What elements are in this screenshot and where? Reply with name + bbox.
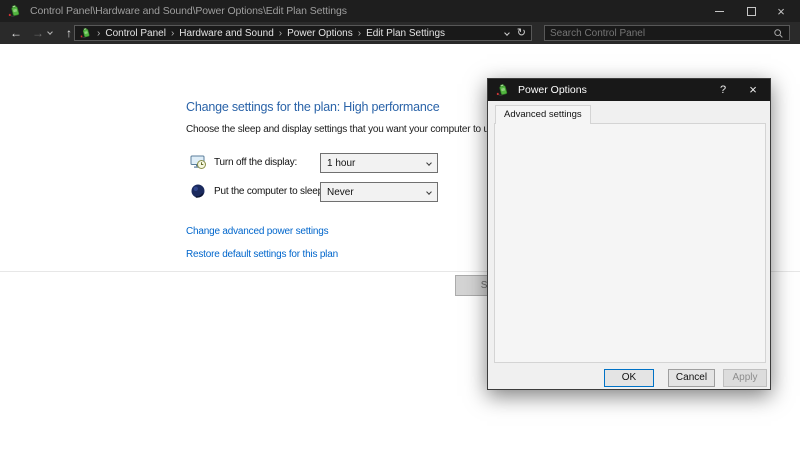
close-button[interactable]: × — [766, 0, 796, 22]
chevron-down-icon — [426, 189, 432, 195]
display-icon — [190, 154, 206, 170]
apply-button: Apply — [723, 369, 767, 387]
sleep-icon — [190, 183, 206, 199]
power-options-dialog: Power Options ? × Advanced settings Sele… — [487, 78, 771, 390]
change-advanced-power-settings-link[interactable]: Change advanced power settings — [186, 226, 328, 237]
back-button[interactable]: ← — [6, 22, 26, 44]
turn-off-display-dropdown[interactable]: 1 hour — [320, 153, 438, 173]
address-dropdown-chevron-icon[interactable] — [504, 30, 510, 36]
breadcrumb-hardware-and-sound[interactable]: Hardware and Sound — [179, 28, 274, 39]
help-button[interactable]: ? — [712, 79, 734, 101]
breadcrumb-control-panel[interactable]: Control Panel — [105, 28, 166, 39]
search-icon[interactable] — [773, 28, 784, 39]
restore-default-settings-link[interactable]: Restore default settings for this plan — [186, 249, 338, 260]
tab-page — [494, 123, 766, 363]
sleep-dropdown[interactable]: Never — [320, 182, 438, 202]
turn-off-display-value: 1 hour — [327, 158, 355, 169]
cancel-button[interactable]: Cancel — [668, 369, 715, 387]
control-panel-window: Control Panel\Hardware and Sound\Power O… — [0, 0, 800, 449]
breadcrumb-edit-plan-settings[interactable]: Edit Plan Settings — [366, 28, 445, 39]
page-subtitle: Choose the sleep and display settings th… — [186, 124, 502, 135]
dialog-title: Power Options — [518, 79, 587, 101]
dialog-titlebar: Power Options ? × — [488, 79, 770, 101]
breadcrumb-power-options[interactable]: Power Options — [287, 28, 353, 39]
forward-button[interactable]: → — [28, 22, 48, 44]
power-options-icon — [80, 27, 92, 39]
page-title: Change settings for the plan: High perfo… — [186, 100, 439, 114]
window-titlebar: Control Panel\Hardware and Sound\Power O… — [0, 0, 800, 22]
breadcrumb-separator: › — [358, 28, 361, 39]
breadcrumb-separator: › — [171, 28, 174, 39]
chevron-down-icon — [426, 160, 432, 166]
maximize-button[interactable] — [736, 0, 766, 22]
breadcrumb-separator: › — [97, 28, 100, 39]
power-options-icon — [8, 4, 22, 18]
sleep-value: Never — [327, 187, 354, 198]
ok-button[interactable]: OK — [604, 369, 654, 387]
power-options-icon — [496, 83, 510, 97]
tab-advanced-settings[interactable]: Advanced settings — [495, 105, 591, 124]
turn-off-display-label: Turn off the display: — [214, 157, 297, 168]
refresh-icon[interactable]: ↻ — [517, 26, 526, 40]
search-box[interactable] — [544, 25, 790, 41]
dialog-close-button[interactable]: × — [742, 79, 764, 101]
search-input[interactable] — [550, 28, 773, 39]
address-bar[interactable]: › Control Panel › Hardware and Sound › P… — [74, 25, 532, 41]
minimize-button[interactable] — [704, 0, 734, 22]
window-title: Control Panel\Hardware and Sound\Power O… — [30, 0, 347, 22]
breadcrumb-separator: › — [279, 28, 282, 39]
sleep-label: Put the computer to sleep: — [214, 186, 326, 197]
